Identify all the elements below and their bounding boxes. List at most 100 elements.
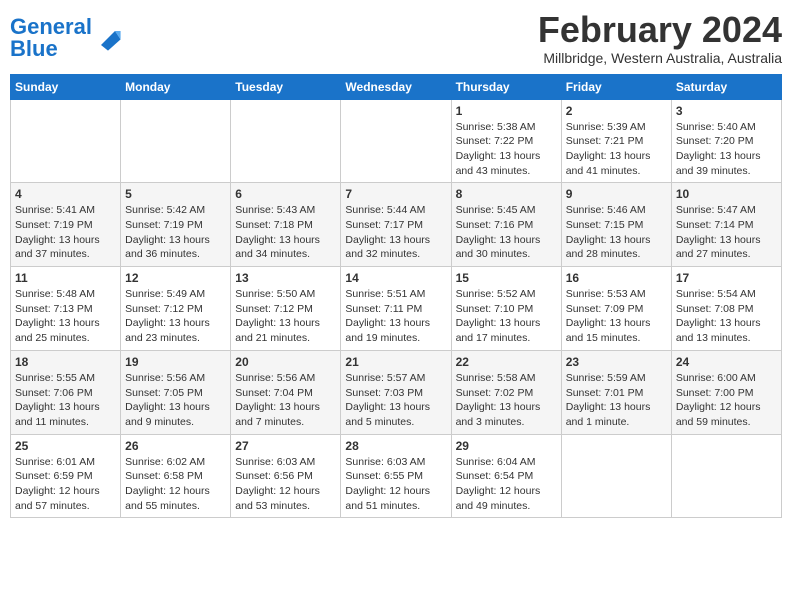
week-row: 4Sunrise: 5:41 AMSunset: 7:19 PMDaylight… <box>11 183 782 267</box>
calendar-cell: 5 Sunrise: 5:42 AMSunset: 7:19 PMDaylight… <box>121 183 231 267</box>
day-detail: Sunrise: 5:46 AMSunset: 7:15 PMDaylight:… <box>566 203 667 262</box>
day-number: 22 <box>456 355 557 369</box>
day-number: 12 <box>125 271 226 285</box>
day-number: 25 <box>15 439 116 453</box>
calendar-cell: 28 Sunrise: 6:03 AMSunset: 6:55 PMDayligh… <box>341 434 451 518</box>
day-detail: Sunrise: 5:55 AMSunset: 7:06 PMDaylight:… <box>15 371 116 430</box>
day-detail: Sunrise: 5:57 AMSunset: 7:03 PMDaylight:… <box>345 371 446 430</box>
calendar-cell: 3Sunrise: 5:40 AMSunset: 7:20 PMDaylight… <box>671 99 781 183</box>
day-detail: Sunrise: 5:41 AMSunset: 7:19 PMDaylight:… <box>15 203 116 262</box>
calendar-cell: 27 Sunrise: 6:03 AMSunset: 6:56 PMDayligh… <box>231 434 341 518</box>
calendar-cell: 21 Sunrise: 5:57 AMSunset: 7:03 PMDayligh… <box>341 350 451 434</box>
day-number: 11 <box>15 271 116 285</box>
day-detail: Sunrise: 5:56 AMSunset: 7:05 PMDaylight:… <box>125 371 226 430</box>
location-title: Millbridge, Western Australia, Australia <box>538 50 782 66</box>
day-of-week-header: Friday <box>561 74 671 99</box>
calendar-header: SundayMondayTuesdayWednesdayThursdayFrid… <box>11 74 782 99</box>
calendar-cell: 4Sunrise: 5:41 AMSunset: 7:19 PMDaylight… <box>11 183 121 267</box>
calendar-cell <box>121 99 231 183</box>
calendar-cell: 17 Sunrise: 5:54 AMSunset: 7:08 PMDayligh… <box>671 267 781 351</box>
day-detail: Sunrise: 6:02 AMSunset: 6:58 PMDaylight:… <box>125 455 226 514</box>
day-detail: Sunrise: 5:38 AMSunset: 7:22 PMDaylight:… <box>456 120 557 179</box>
day-header-row: SundayMondayTuesdayWednesdayThursdayFrid… <box>11 74 782 99</box>
day-of-week-header: Tuesday <box>231 74 341 99</box>
calendar-cell: 8Sunrise: 5:45 AMSunset: 7:16 PMDaylight… <box>451 183 561 267</box>
calendar-cell: 6 Sunrise: 5:43 AMSunset: 7:18 PMDaylight… <box>231 183 341 267</box>
day-number: 2 <box>566 104 667 118</box>
calendar-cell: 19Sunrise: 5:56 AMSunset: 7:05 PMDayligh… <box>121 350 231 434</box>
calendar: SundayMondayTuesdayWednesdayThursdayFrid… <box>10 74 782 519</box>
day-detail: Sunrise: 5:44 AMSunset: 7:17 PMDaylight:… <box>345 203 446 262</box>
calendar-cell <box>341 99 451 183</box>
calendar-cell: 18Sunrise: 5:55 AMSunset: 7:06 PMDayligh… <box>11 350 121 434</box>
day-detail: Sunrise: 5:48 AMSunset: 7:13 PMDaylight:… <box>15 287 116 346</box>
day-detail: Sunrise: 5:42 AMSunset: 7:19 PMDaylight:… <box>125 203 226 262</box>
calendar-cell: 13 Sunrise: 5:50 AMSunset: 7:12 PMDayligh… <box>231 267 341 351</box>
day-number: 27 <box>235 439 336 453</box>
week-row: 1 Sunrise: 5:38 AMSunset: 7:22 PMDaylight… <box>11 99 782 183</box>
header: General Blue February 2024 Millbridge, W… <box>10 10 782 66</box>
day-detail: Sunrise: 5:43 AMSunset: 7:18 PMDaylight:… <box>235 203 336 262</box>
day-number: 26 <box>125 439 226 453</box>
day-of-week-header: Wednesday <box>341 74 451 99</box>
week-row: 18Sunrise: 5:55 AMSunset: 7:06 PMDayligh… <box>11 350 782 434</box>
logo-text2: Blue <box>10 36 58 61</box>
calendar-cell: 25Sunrise: 6:01 AMSunset: 6:59 PMDayligh… <box>11 434 121 518</box>
day-of-week-header: Sunday <box>11 74 121 99</box>
day-detail: Sunrise: 5:56 AMSunset: 7:04 PMDaylight:… <box>235 371 336 430</box>
day-detail: Sunrise: 5:58 AMSunset: 7:02 PMDaylight:… <box>456 371 557 430</box>
day-detail: Sunrise: 6:00 AMSunset: 7:00 PMDaylight:… <box>676 371 777 430</box>
calendar-cell: 24 Sunrise: 6:00 AMSunset: 7:00 PMDayligh… <box>671 350 781 434</box>
day-number: 20 <box>235 355 336 369</box>
logo-text: General Blue <box>10 16 92 60</box>
calendar-cell: 29 Sunrise: 6:04 AMSunset: 6:54 PMDayligh… <box>451 434 561 518</box>
day-of-week-header: Saturday <box>671 74 781 99</box>
calendar-body: 1 Sunrise: 5:38 AMSunset: 7:22 PMDaylight… <box>11 99 782 518</box>
day-number: 5 <box>125 187 226 201</box>
calendar-cell: 26 Sunrise: 6:02 AMSunset: 6:58 PMDayligh… <box>121 434 231 518</box>
calendar-cell: 2Sunrise: 5:39 AMSunset: 7:21 PMDaylight… <box>561 99 671 183</box>
month-title: February 2024 <box>538 10 782 50</box>
day-detail: Sunrise: 5:51 AMSunset: 7:11 PMDaylight:… <box>345 287 446 346</box>
day-number: 17 <box>676 271 777 285</box>
calendar-cell: 20 Sunrise: 5:56 AMSunset: 7:04 PMDayligh… <box>231 350 341 434</box>
day-number: 10 <box>676 187 777 201</box>
day-detail: Sunrise: 5:59 AMSunset: 7:01 PMDaylight:… <box>566 371 667 430</box>
day-number: 23 <box>566 355 667 369</box>
day-number: 21 <box>345 355 446 369</box>
day-number: 13 <box>235 271 336 285</box>
calendar-cell <box>231 99 341 183</box>
day-number: 1 <box>456 104 557 118</box>
calendar-cell: 10 Sunrise: 5:47 AMSunset: 7:14 PMDayligh… <box>671 183 781 267</box>
day-of-week-header: Monday <box>121 74 231 99</box>
day-number: 14 <box>345 271 446 285</box>
day-detail: Sunrise: 5:47 AMSunset: 7:14 PMDaylight:… <box>676 203 777 262</box>
calendar-cell: 23 Sunrise: 5:59 AMSunset: 7:01 PMDayligh… <box>561 350 671 434</box>
day-number: 24 <box>676 355 777 369</box>
day-number: 7 <box>345 187 446 201</box>
day-number: 16 <box>566 271 667 285</box>
day-detail: Sunrise: 6:03 AMSunset: 6:56 PMDaylight:… <box>235 455 336 514</box>
day-number: 29 <box>456 439 557 453</box>
calendar-cell: 11 Sunrise: 5:48 AMSunset: 7:13 PMDayligh… <box>11 267 121 351</box>
day-detail: Sunrise: 5:49 AMSunset: 7:12 PMDaylight:… <box>125 287 226 346</box>
day-detail: Sunrise: 5:52 AMSunset: 7:10 PMDaylight:… <box>456 287 557 346</box>
title-area: February 2024 Millbridge, Western Austra… <box>538 10 782 66</box>
day-number: 28 <box>345 439 446 453</box>
calendar-cell: 1 Sunrise: 5:38 AMSunset: 7:22 PMDaylight… <box>451 99 561 183</box>
calendar-cell <box>671 434 781 518</box>
day-number: 8 <box>456 187 557 201</box>
week-row: 25Sunrise: 6:01 AMSunset: 6:59 PMDayligh… <box>11 434 782 518</box>
logo-icon <box>94 24 122 52</box>
day-number: 3 <box>676 104 777 118</box>
day-detail: Sunrise: 5:50 AMSunset: 7:12 PMDaylight:… <box>235 287 336 346</box>
day-detail: Sunrise: 5:54 AMSunset: 7:08 PMDaylight:… <box>676 287 777 346</box>
calendar-cell <box>11 99 121 183</box>
day-detail: Sunrise: 6:03 AMSunset: 6:55 PMDaylight:… <box>345 455 446 514</box>
day-detail: Sunrise: 5:53 AMSunset: 7:09 PMDaylight:… <box>566 287 667 346</box>
logo: General Blue <box>10 16 122 60</box>
calendar-cell: 15Sunrise: 5:52 AMSunset: 7:10 PMDayligh… <box>451 267 561 351</box>
day-number: 6 <box>235 187 336 201</box>
day-detail: Sunrise: 6:04 AMSunset: 6:54 PMDaylight:… <box>456 455 557 514</box>
day-number: 9 <box>566 187 667 201</box>
